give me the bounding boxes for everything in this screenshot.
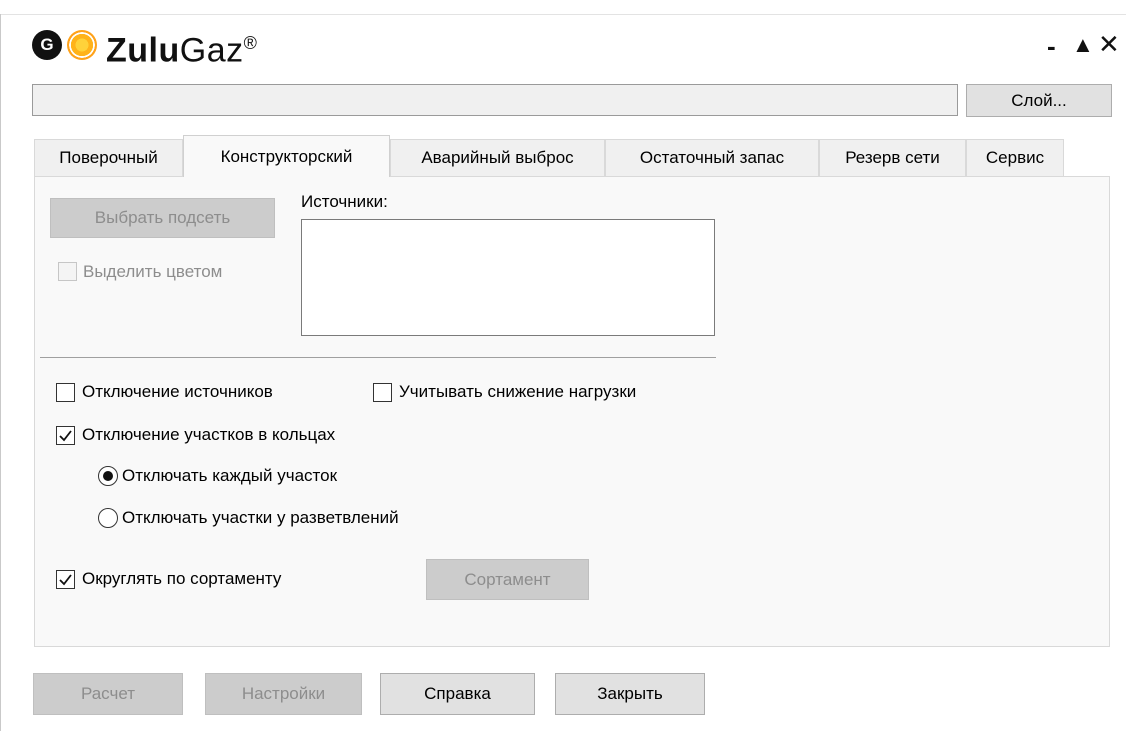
disable-each-section-radio[interactable] — [98, 466, 118, 486]
highlight-color-label: Выделить цветом — [83, 262, 223, 281]
tab-verification[interactable]: Поверочный — [34, 139, 183, 176]
radio-selected-dot-icon — [103, 471, 113, 481]
zulu-g-logo-icon: G — [32, 30, 62, 60]
app-title-bold: Zulu — [106, 31, 180, 70]
tab-service[interactable]: Сервис — [966, 139, 1064, 176]
tab-network-reserve[interactable]: Резерв сети — [819, 139, 966, 176]
calculate-button[interactable]: Расчет — [33, 673, 183, 715]
window-left-border — [0, 14, 1, 731]
maximize-button[interactable]: ▲ — [1072, 32, 1094, 58]
disable-branch-sections-radio[interactable] — [98, 508, 118, 528]
tab-constructor[interactable]: Конструкторский — [183, 135, 390, 177]
sun-logo-icon — [67, 30, 97, 60]
round-by-assortment-checkbox[interactable] — [56, 570, 75, 589]
sources-listbox[interactable] — [301, 219, 715, 336]
layer-path-field[interactable] — [32, 84, 958, 116]
assortment-button[interactable]: Сортамент — [426, 559, 589, 600]
checkmark-icon — [59, 430, 72, 442]
window-top-border — [0, 14, 1126, 15]
checkmark-icon — [59, 574, 72, 586]
close-window-button[interactable]: ✕ — [1098, 31, 1120, 57]
highlight-color-checkbox[interactable] — [58, 262, 77, 281]
separator — [40, 357, 716, 358]
tab-residual-reserve[interactable]: Остаточный запас — [605, 139, 819, 176]
app-title: ZuluGaz® — [106, 23, 257, 70]
layer-button[interactable]: Слой... — [966, 84, 1112, 117]
registered-mark: ® — [243, 33, 258, 53]
disable-sources-checkbox[interactable] — [56, 383, 75, 402]
select-subnet-button[interactable]: Выбрать подсеть — [50, 198, 275, 238]
help-button[interactable]: Справка — [380, 673, 535, 715]
round-by-assortment-label: Округлять по сортаменту — [82, 569, 282, 588]
consider-load-reduction-label: Учитывать снижение нагрузки — [399, 382, 637, 401]
sources-label: Источники: — [301, 192, 388, 211]
close-button[interactable]: Закрыть — [555, 673, 705, 715]
disable-sources-label: Отключение источников — [82, 382, 273, 401]
disable-branch-sections-label: Отключать участки у разветвлений — [122, 508, 399, 527]
disable-each-section-label: Отключать каждый участок — [122, 466, 338, 485]
minimize-button[interactable]: - — [1047, 33, 1056, 59]
consider-load-reduction-checkbox[interactable] — [373, 383, 392, 402]
settings-button[interactable]: Настройки — [205, 673, 362, 715]
disable-ring-sections-checkbox[interactable] — [56, 426, 75, 445]
app-title-regular: Gaz — [179, 31, 244, 70]
tab-emergency-release[interactable]: Аварийный выброс — [390, 139, 605, 176]
disable-ring-sections-label: Отключение участков в кольцах — [82, 425, 336, 444]
